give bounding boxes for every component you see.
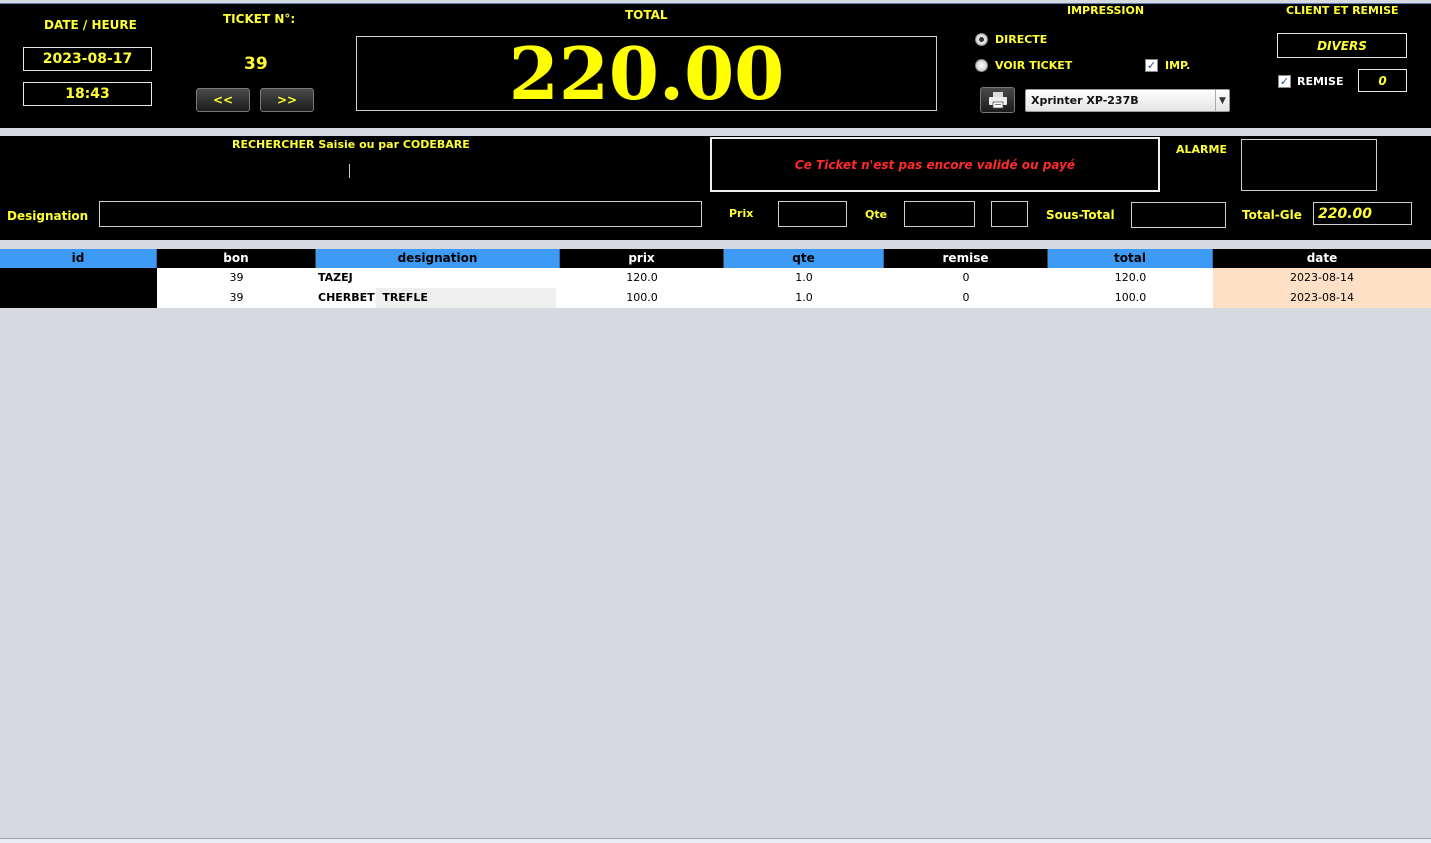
cell-bon[interactable]: 39: [157, 268, 316, 288]
cell-prix[interactable]: 120.0: [560, 268, 724, 288]
cell-prix[interactable]: 100.0: [560, 288, 724, 308]
cell-date[interactable]: 2023-08-14: [1213, 288, 1431, 308]
extra-input[interactable]: [991, 201, 1028, 227]
designation-input[interactable]: [99, 201, 702, 227]
search-input[interactable]: [349, 164, 350, 178]
directe-label: DIRECTE: [995, 33, 1048, 46]
alarme-field: [1241, 139, 1377, 191]
cell-bon[interactable]: 39: [157, 288, 316, 308]
sous-total-label: Sous-Total: [1046, 208, 1115, 222]
column-header-remise[interactable]: remise: [884, 249, 1048, 268]
printer-icon: [988, 92, 1007, 109]
cell-remise[interactable]: 0: [884, 268, 1048, 288]
column-header-prix[interactable]: prix: [560, 249, 724, 268]
cell-qte[interactable]: 1.0: [724, 268, 884, 288]
qte-input[interactable]: [904, 201, 975, 227]
voir-ticket-label: VOIR TICKET: [995, 59, 1073, 72]
table-row[interactable]: 39 CHERBET TREFLE 100.0 1.0 0 100.0 2023…: [0, 288, 1431, 308]
total-gle-label: Total-Gle: [1242, 208, 1302, 222]
client-field[interactable]: DIVERS: [1277, 33, 1407, 58]
cell-date[interactable]: 2023-08-14: [1213, 268, 1431, 288]
next-ticket-button[interactable]: >>: [260, 88, 314, 112]
total-label: TOTAL: [625, 8, 668, 22]
table-row[interactable]: 39 TAZEJ 120.0 1.0 0 120.0 2023-08-14: [0, 268, 1431, 288]
directe-radio[interactable]: [975, 33, 988, 46]
date-heure-label: DATE / HEURE: [44, 18, 137, 32]
client-remise-label: CLIENT ET REMISE: [1286, 4, 1399, 17]
cell-designation[interactable]: CHERBET TREFLE: [316, 288, 560, 308]
cell-id[interactable]: [0, 268, 157, 288]
cell-qte[interactable]: 1.0: [724, 288, 884, 308]
chevron-down-icon[interactable]: ▼: [1215, 90, 1229, 111]
alarme-label: ALARME: [1176, 143, 1227, 156]
qte-label: Qte: [865, 208, 888, 221]
ticket-number-label: TICKET N°:: [223, 12, 296, 26]
column-header-total[interactable]: total: [1048, 249, 1213, 268]
printer-select[interactable]: Xprinter XP-237B ▼: [1025, 89, 1230, 112]
ticket-status-message: Ce Ticket n'est pas encore validé ou pay…: [710, 137, 1160, 192]
printer-select-value: Xprinter XP-237B: [1031, 94, 1139, 107]
sous-total-field: [1131, 202, 1226, 228]
time-field: 18:43: [23, 82, 152, 106]
cell-total[interactable]: 120.0: [1048, 268, 1213, 288]
impression-label: IMPRESSION: [1067, 4, 1145, 17]
ticket-lines-table[interactable]: id bon designation prix qte remise total…: [0, 249, 1431, 308]
total-display: 220.00: [356, 31, 937, 116]
search-panel: RECHERCHER Saisie ou par CODEBARE Ce Tic…: [0, 136, 1431, 240]
date-field: 2023-08-17: [23, 47, 152, 71]
cell-designation[interactable]: TAZEJ: [316, 268, 560, 288]
cell-id[interactable]: [0, 288, 157, 308]
cell-total[interactable]: 100.0: [1048, 288, 1213, 308]
column-header-qte[interactable]: qte: [724, 249, 884, 268]
column-header-id[interactable]: id: [0, 249, 157, 268]
imp-label: IMP.: [1165, 59, 1191, 72]
remise-field[interactable]: 0: [1358, 69, 1407, 92]
voir-ticket-radio[interactable]: [975, 59, 988, 72]
top-panel: DATE / HEURE 2023-08-17 18:43 TICKET N°:…: [0, 3, 1431, 128]
ticket-number: 39: [244, 54, 268, 74]
table-header-row: id bon designation prix qte remise total…: [0, 249, 1431, 268]
column-header-designation[interactable]: designation: [316, 249, 560, 268]
prev-ticket-button[interactable]: <<: [196, 88, 250, 112]
imp-checkbox[interactable]: ✓: [1145, 59, 1158, 72]
total-gle-field: 220.00: [1313, 202, 1412, 225]
remise-label: REMISE: [1297, 75, 1344, 88]
prix-label: Prix: [729, 207, 754, 220]
cell-remise[interactable]: 0: [884, 288, 1048, 308]
column-header-bon[interactable]: bon: [157, 249, 316, 268]
remise-checkbox[interactable]: ✓: [1278, 75, 1291, 88]
total-value: 220.00: [508, 31, 785, 116]
status-bar: [0, 838, 1431, 843]
print-button[interactable]: [980, 87, 1015, 113]
designation-label: Designation: [7, 209, 89, 223]
column-header-date[interactable]: date: [1213, 249, 1431, 268]
prix-input[interactable]: [778, 201, 847, 227]
search-label: RECHERCHER Saisie ou par CODEBARE: [232, 138, 470, 151]
